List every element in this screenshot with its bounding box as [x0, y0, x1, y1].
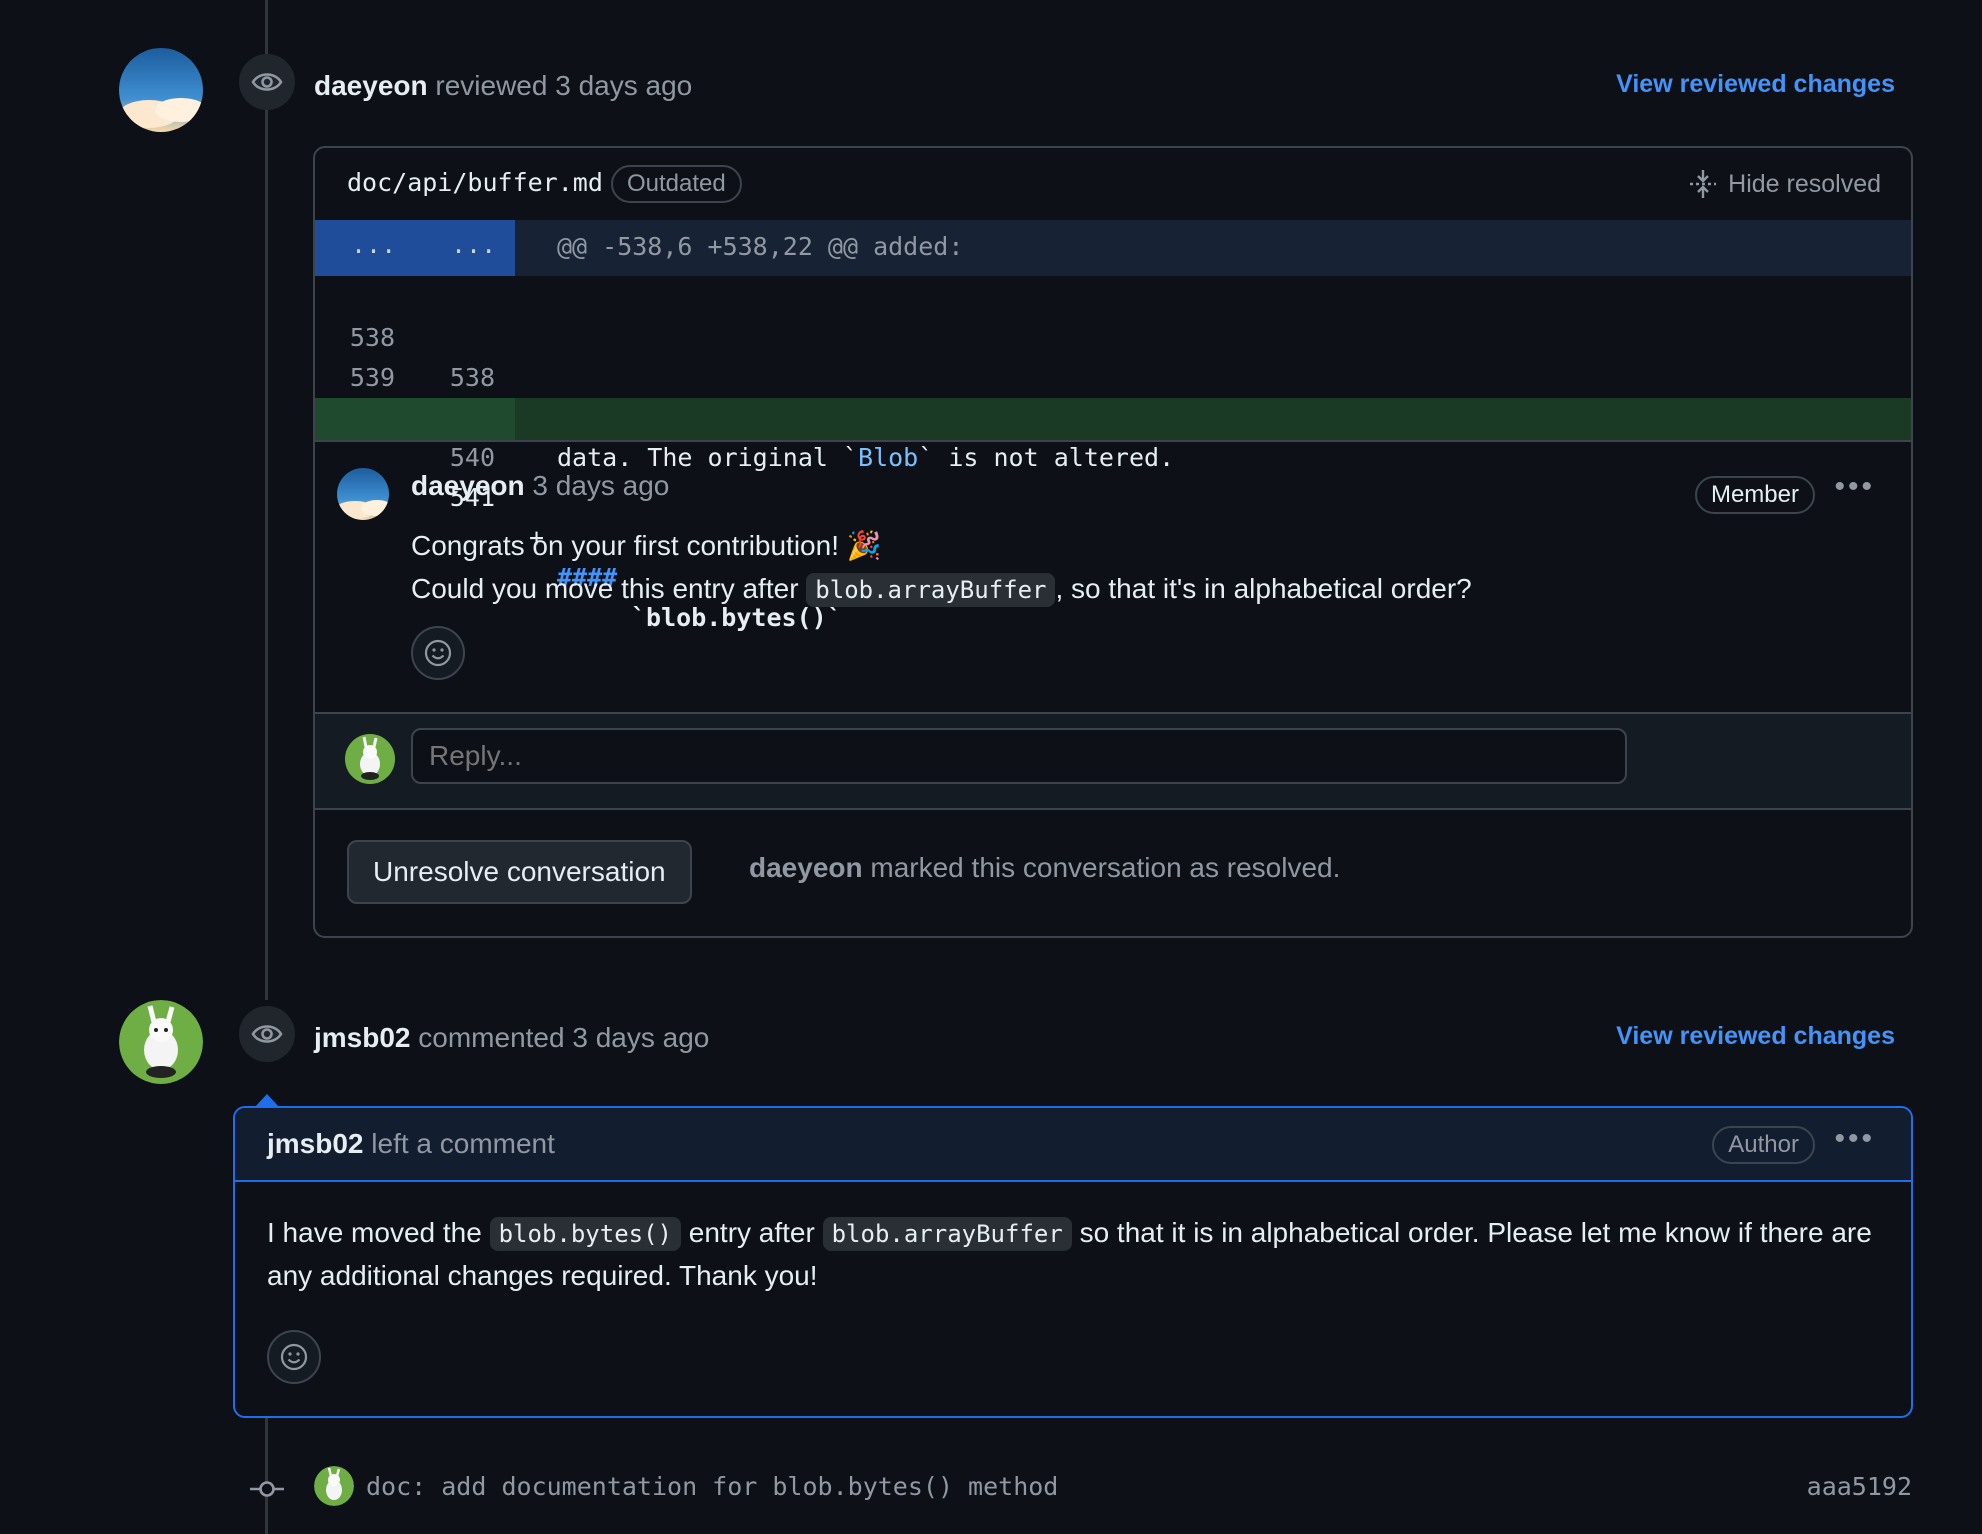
fold-icon	[1690, 170, 1717, 198]
eye-icon	[251, 73, 283, 91]
comment2-box-author[interactable]: jmsb02	[267, 1128, 364, 1159]
code-line: 540 540	[315, 358, 1911, 472]
review-thread-panel: doc/api/buffer.md Outdated Hide resolved…	[313, 146, 1913, 938]
comment-line-2: Could you move this entry after blob.arr…	[411, 567, 1472, 612]
review-author-link[interactable]: daeyeon	[314, 70, 428, 101]
unresolve-conversation-button[interactable]: Unresolve conversation	[347, 840, 692, 904]
hunk-header-text: @@ -538,6 +538,22 @@ added:	[557, 232, 964, 261]
avatar-jmsb02[interactable]	[119, 1000, 203, 1084]
comment2-options-button[interactable]: •••	[1834, 1122, 1875, 1156]
resolved-by-user[interactable]: daeyeon	[749, 852, 863, 883]
comment-header: daeyeon 3 days ago	[411, 466, 669, 506]
comment-time[interactable]: 3 days ago	[532, 470, 669, 501]
hunk-right-dots: ...	[451, 230, 497, 259]
inline-code: blob.bytes()	[489, 1217, 681, 1251]
comment-options-button[interactable]: •••	[1834, 470, 1875, 504]
comment-line-1: Congrats on your first contribution! 🎉	[411, 530, 882, 561]
view-reviewed-changes-link[interactable]: View reviewed changes	[1616, 1022, 1895, 1051]
avatar-current-user[interactable]	[345, 734, 395, 784]
avatar-daeyeon[interactable]	[119, 48, 203, 132]
comment2-box: jmsb02 left a comment Author ••• I have …	[233, 1106, 1913, 1418]
comment-text: , so that it's in alphabetical order?	[1055, 573, 1472, 604]
smiley-icon	[424, 639, 452, 667]
add-reaction-button[interactable]	[267, 1330, 321, 1384]
added-line-gutter	[315, 398, 515, 440]
comment2-box-action: left a comment	[371, 1128, 555, 1159]
reply-bar	[315, 712, 1911, 810]
file-path[interactable]: doc/api/buffer.md	[347, 168, 603, 197]
comment-eye-badge	[239, 1006, 295, 1062]
inline-code: blob.arrayBuffer	[822, 1217, 1072, 1251]
eye-icon	[251, 1025, 283, 1043]
outdated-badge: Outdated	[611, 165, 742, 203]
comment2-author-link[interactable]: jmsb02	[314, 1022, 411, 1053]
comment2-time[interactable]: 3 days ago	[572, 1022, 709, 1053]
resolved-status: daeyeon marked this conversation as reso…	[749, 852, 1340, 884]
code-line: 538 538 Creates and returns a new `Blob`…	[315, 278, 1911, 432]
comment2-text: entry after	[688, 1217, 815, 1248]
inline-code: blob.arrayBuffer	[806, 573, 1056, 607]
avatar-daeyeon-small[interactable]	[337, 468, 389, 520]
author-badge: Author	[1712, 1126, 1815, 1164]
commit-sha-link[interactable]: aaa5192	[1807, 1472, 1912, 1501]
hide-resolved-button[interactable]: Hide resolved	[1688, 168, 1881, 200]
comment2-box-title: jmsb02 left a comment	[267, 1124, 555, 1164]
hunk-left-dots: ...	[351, 230, 397, 259]
commit-icon	[250, 1472, 284, 1506]
review-action: reviewed	[435, 70, 548, 101]
review-time[interactable]: 3 days ago	[555, 70, 692, 101]
commit-author-avatar[interactable]	[314, 1466, 354, 1506]
code-line: 539 539 data. The original `Blob` is not…	[315, 318, 1911, 472]
add-reaction-button[interactable]	[411, 626, 465, 680]
file-header: doc/api/buffer.md Outdated Hide resolved	[315, 148, 1911, 220]
reply-input[interactable]	[411, 728, 1627, 784]
smiley-icon	[280, 1343, 308, 1371]
comment-author-link[interactable]: daeyeon	[411, 470, 525, 501]
comment2-text: I have moved the	[267, 1217, 482, 1248]
comment2-box-header: jmsb02 left a comment Author •••	[235, 1108, 1911, 1182]
review-header: daeyeon reviewed 3 days ago	[314, 66, 692, 106]
comment-body: Congrats on your first contribution! 🎉 C…	[411, 524, 1472, 612]
hunk-header-row: ... ... @@ -538,6 +538,22 @@ added:	[315, 220, 1911, 276]
commit-message-link[interactable]: doc: add documentation for blob.bytes() …	[366, 1472, 1058, 1501]
review-eye-badge	[239, 54, 295, 110]
resolved-status-text: marked this conversation as resolved.	[870, 852, 1341, 883]
comment-text: Could you move this entry after	[411, 573, 799, 604]
added-code-line: 541 + #### `blob.bytes()`	[315, 398, 1911, 632]
comment2-text: so that it is in alphabetical order. Ple…	[1079, 1217, 1824, 1248]
member-badge: Member	[1694, 476, 1815, 514]
comment2-header: jmsb02 commented 3 days ago	[314, 1018, 709, 1058]
comment2-body: I have moved the blob.bytes() entry afte…	[267, 1212, 1887, 1297]
divider	[315, 440, 1911, 442]
comment2-action: commented	[418, 1022, 565, 1053]
hide-resolved-label: Hide resolved	[1728, 169, 1881, 198]
view-reviewed-changes-link[interactable]: View reviewed changes	[1616, 70, 1895, 99]
timeline-line-top	[265, 0, 268, 1000]
